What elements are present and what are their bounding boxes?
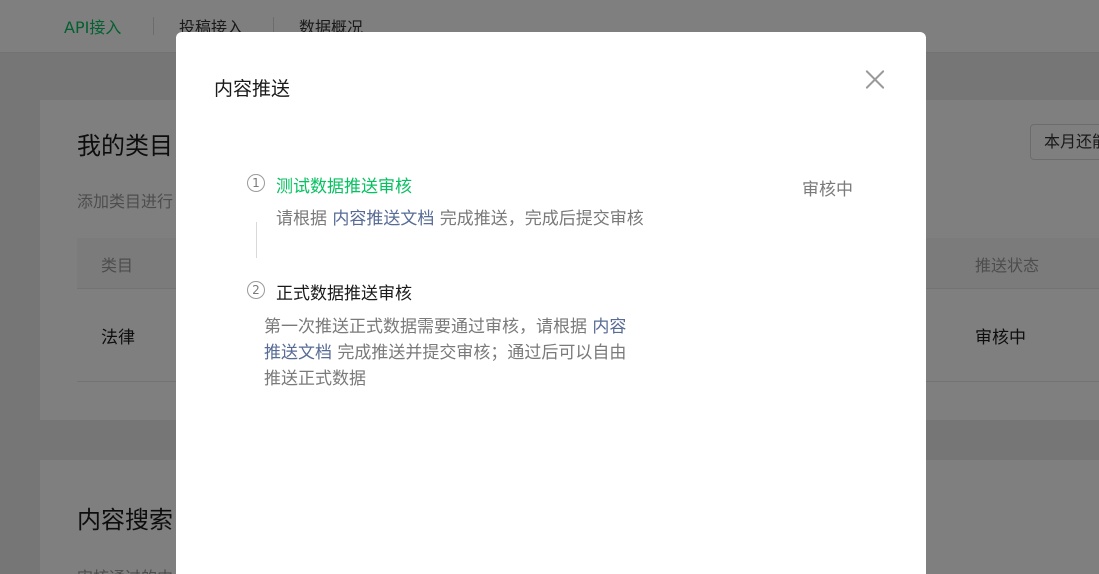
step-connector — [256, 222, 257, 258]
step-number-1: 1 — [247, 174, 265, 192]
page: API接入 投稿接入 数据概况 我的类目 本月还能 添加类目进行 类目 推送状态… — [0, 0, 1099, 574]
step-1-desc-text: 请根据 — [276, 209, 333, 229]
step-number-2: 2 — [247, 281, 265, 299]
step-1-description: 请根据 内容推送文档 完成推送，完成后提交审核 — [276, 206, 644, 232]
step-1-desc-text: 完成推送，完成后提交审核 — [434, 209, 644, 229]
close-icon[interactable] — [862, 66, 888, 92]
step-2-desc-text: 第一次推送正式数据需要通过审核，请根据 — [264, 317, 593, 337]
dialog-title: 内容推送 — [214, 78, 291, 100]
content-push-dialog: 内容推送 1 测试数据推送审核 审核中 请根据 内容推送文档 完成推送，完成后提… — [176, 32, 926, 574]
step-2-description: 第一次推送正式数据需要通过审核，请根据 内容 推送文档 完成推送并提交审核；通过… — [264, 314, 664, 392]
push-doc-link[interactable]: 推送文档 — [264, 343, 332, 363]
step-1-title: 测试数据推送审核 — [276, 177, 412, 197]
step-1-status: 审核中 — [802, 180, 853, 200]
step-2-desc-line: 第一次推送正式数据需要通过审核，请根据 内容 — [264, 314, 664, 340]
step-2-title: 正式数据推送审核 — [276, 284, 412, 304]
push-doc-link[interactable]: 内容推送文档 — [332, 209, 434, 229]
step-2-desc-text: 完成推送并提交审核；通过后可以自由 — [332, 343, 627, 363]
push-doc-link[interactable]: 内容 — [592, 317, 626, 337]
step-2-desc-line: 推送文档 完成推送并提交审核；通过后可以自由 — [264, 340, 664, 366]
step-2-desc-line: 推送正式数据 — [264, 369, 366, 389]
